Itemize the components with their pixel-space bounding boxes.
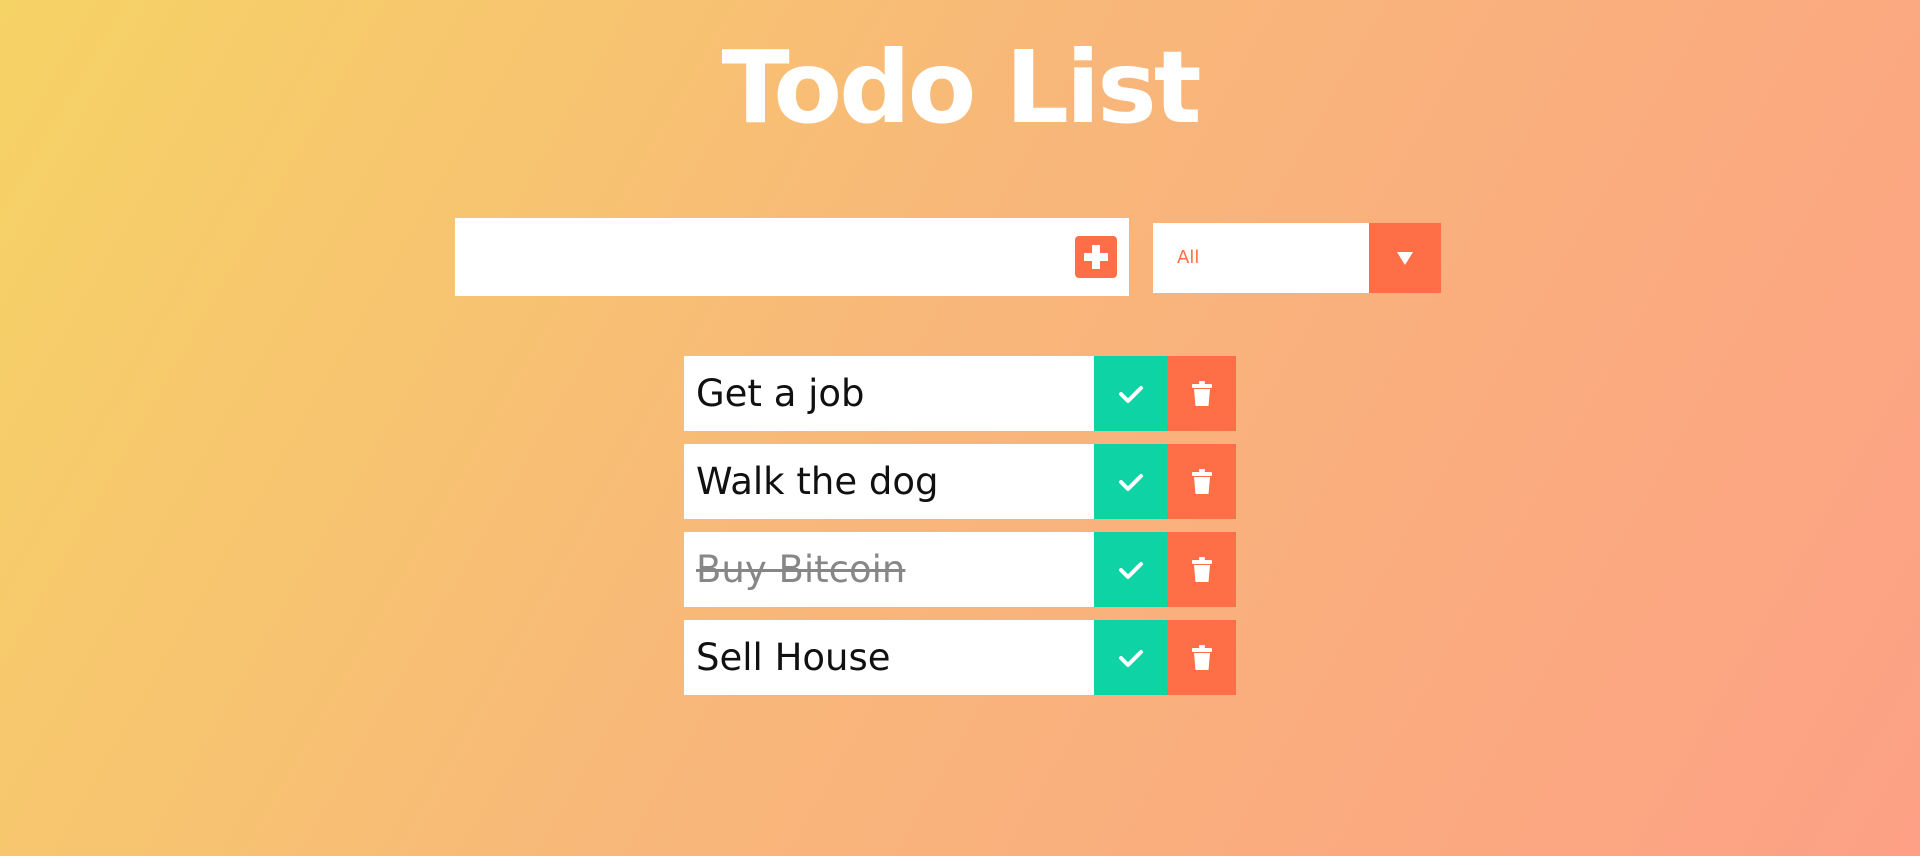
todo-item-text: Walk the dog (696, 460, 939, 503)
todo-form: All (455, 218, 1441, 296)
todo-input-container (455, 218, 1129, 296)
check-icon (1118, 649, 1143, 667)
complete-button[interactable] (1094, 620, 1167, 695)
trash-icon (1191, 556, 1212, 582)
complete-button[interactable] (1094, 356, 1167, 431)
complete-button[interactable] (1094, 444, 1167, 519)
todo-item-text: Sell House (696, 636, 891, 679)
trash-icon (1191, 468, 1212, 494)
delete-button[interactable] (1167, 532, 1236, 607)
trash-icon (1191, 380, 1212, 406)
caret-down-icon (1397, 252, 1413, 265)
todo-input[interactable] (455, 218, 1065, 296)
check-icon (1118, 561, 1143, 579)
todo-item-text: Get a job (696, 372, 865, 415)
add-todo-button[interactable] (1075, 236, 1117, 278)
delete-button[interactable] (1167, 620, 1236, 695)
filter-select-value: All (1177, 247, 1200, 268)
todo-item-text: Buy Bitcoin (696, 548, 906, 591)
check-icon (1118, 473, 1143, 491)
page-title: Todo List (721, 29, 1201, 146)
filter-select[interactable]: All (1153, 223, 1441, 293)
filter-dropdown-button[interactable] (1369, 223, 1441, 293)
delete-button[interactable] (1167, 444, 1236, 519)
todo-item: Walk the dog (684, 444, 1236, 519)
todo-item: Sell House (684, 620, 1236, 695)
todo-item-completed: Buy Bitcoin (684, 532, 1236, 607)
complete-button[interactable] (1094, 532, 1167, 607)
check-icon (1118, 385, 1143, 403)
plus-square-icon (1084, 245, 1108, 269)
delete-button[interactable] (1167, 356, 1236, 431)
trash-icon (1191, 644, 1212, 670)
todo-list: Get a job Walk the dog Buy Bitcoin Sell … (684, 356, 1236, 708)
todo-item: Get a job (684, 356, 1236, 431)
